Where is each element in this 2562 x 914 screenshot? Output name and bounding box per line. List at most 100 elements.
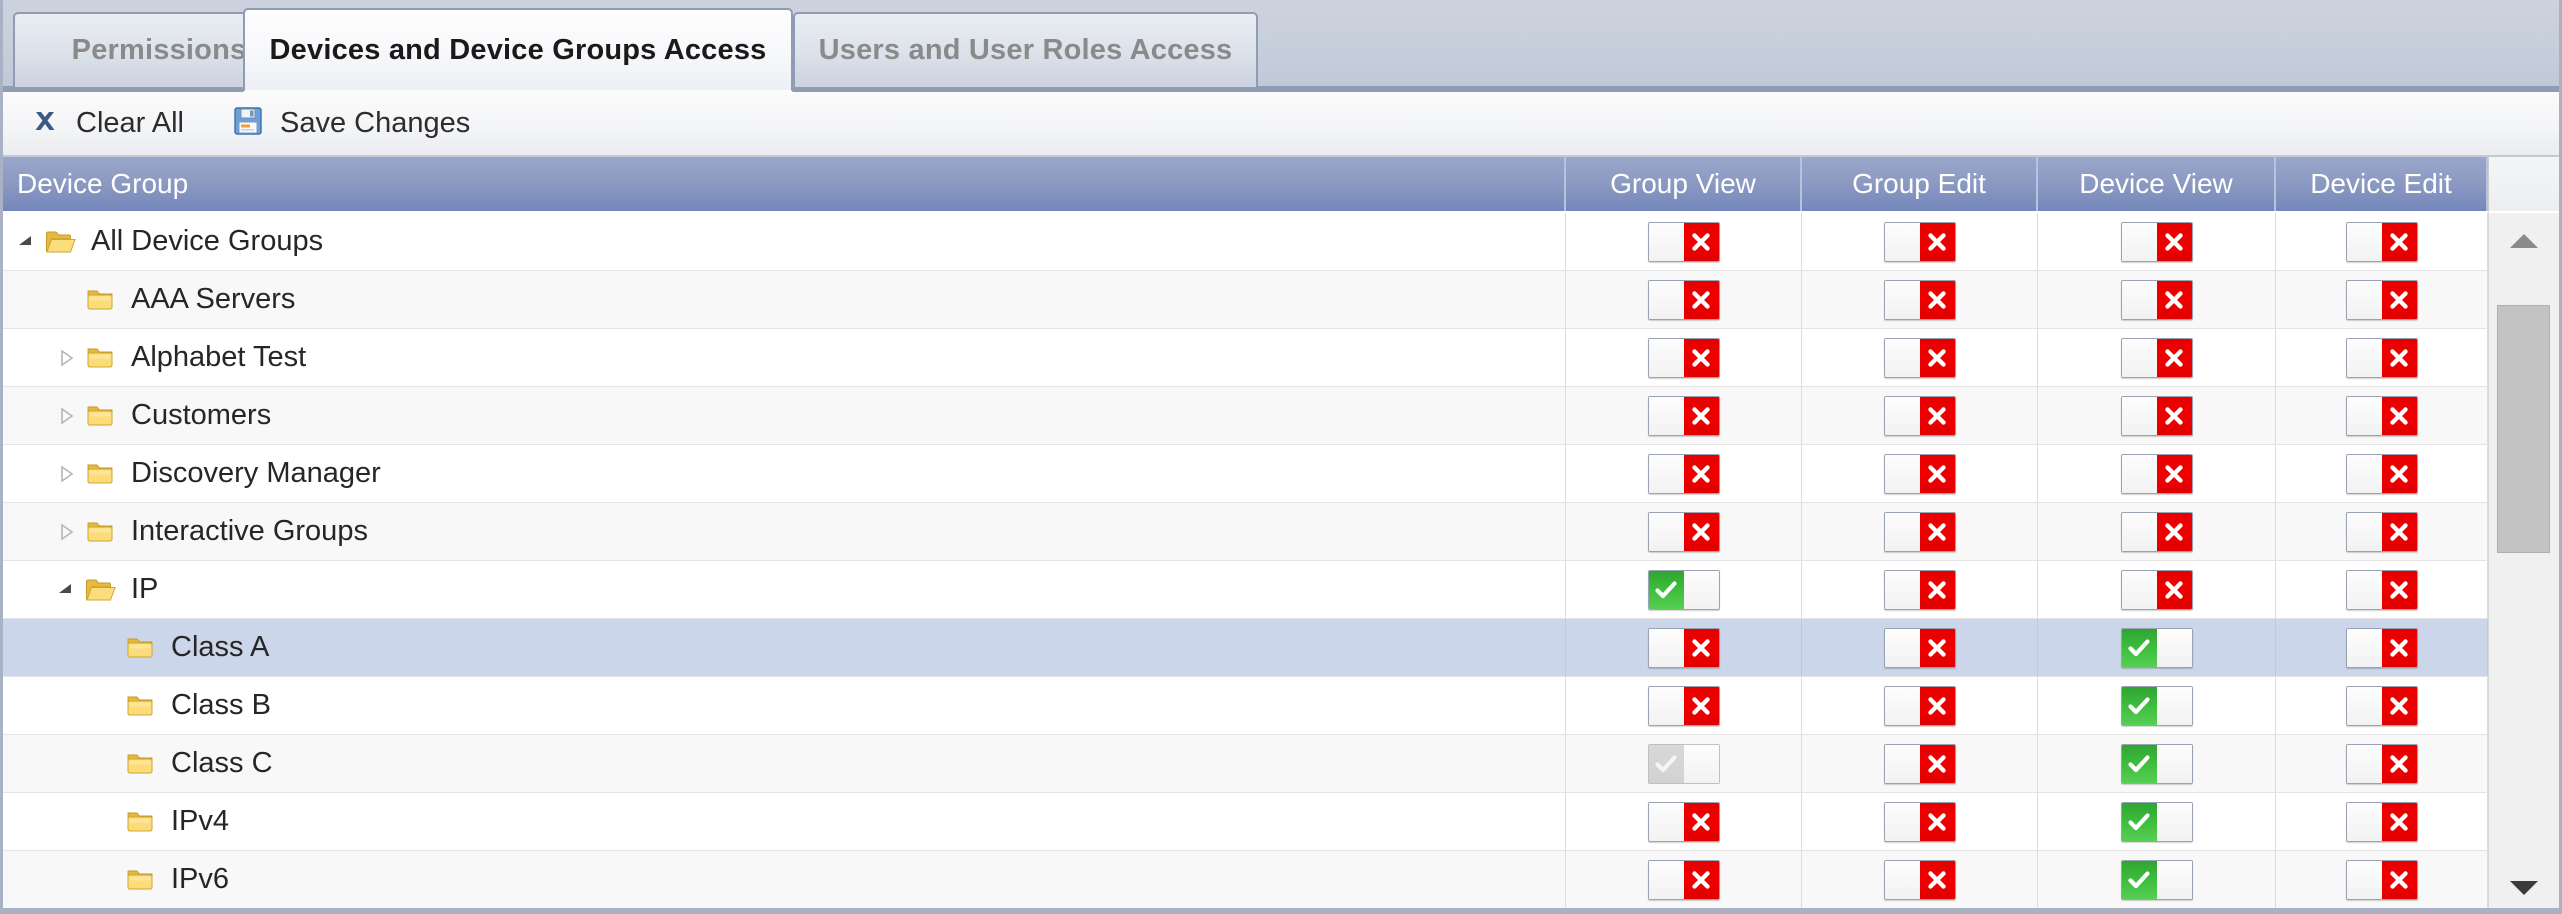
permission-toggle-off[interactable] [2345,395,2418,436]
permission-cell-device-view[interactable] [2038,213,2276,270]
device-group-name-cell[interactable]: All Device Groups [3,213,1566,270]
permission-cell-device-view[interactable] [2038,561,2276,618]
permission-toggle-on[interactable] [2120,627,2193,668]
table-row[interactable]: Class C [3,735,2488,793]
permission-cell-device-edit[interactable] [2276,851,2488,908]
twisty-expanded-icon[interactable] [49,580,83,600]
column-header-device-group[interactable]: Device Group [3,157,1566,211]
permission-toggle-off[interactable] [1647,627,1720,668]
permission-cell-group-view[interactable] [1566,851,1802,908]
permission-toggle-off[interactable] [2120,221,2193,262]
device-group-name-cell[interactable]: IP [3,561,1566,618]
device-group-name-cell[interactable]: IPv6 [3,851,1566,908]
column-header-group-view[interactable]: Group View [1566,157,1802,211]
permission-cell-device-view[interactable] [2038,793,2276,850]
permission-toggle-off[interactable] [1647,337,1720,378]
tree-node[interactable]: All Device Groups [9,213,323,270]
tree-node[interactable]: Class C [9,735,273,792]
device-group-name-cell[interactable]: IPv4 [3,793,1566,850]
permission-toggle-off[interactable] [1883,569,1956,610]
tab-devices-and-device-groups-access[interactable]: Devices and Device Groups Access [243,8,793,92]
tree-node[interactable]: Class B [9,677,271,734]
column-header-device-edit[interactable]: Device Edit [2276,157,2488,211]
permission-cell-device-view[interactable] [2038,271,2276,328]
permission-cell-device-edit[interactable] [2276,503,2488,560]
permission-toggle-off[interactable] [1883,279,1956,320]
table-row[interactable]: Class B [3,677,2488,735]
permission-cell-group-edit[interactable] [1802,735,2038,792]
permission-toggle-off[interactable] [1883,395,1956,436]
scrollbar-thumb[interactable] [2497,305,2550,554]
device-group-name-cell[interactable]: Interactive Groups [3,503,1566,560]
permission-toggle-off[interactable] [2345,627,2418,668]
permission-cell-device-edit[interactable] [2276,213,2488,270]
scroll-down-arrow-icon[interactable] [2489,866,2559,910]
permission-toggle-off[interactable] [1883,685,1956,726]
permission-cell-device-edit[interactable] [2276,793,2488,850]
table-row[interactable]: Discovery Manager [3,445,2488,503]
device-group-name-cell[interactable]: Class B [3,677,1566,734]
permission-toggle-off[interactable] [2120,279,2193,320]
device-group-name-cell[interactable]: Class C [3,735,1566,792]
permission-cell-device-view[interactable] [2038,619,2276,676]
permission-cell-group-view[interactable] [1566,329,1802,386]
column-header-device-view[interactable]: Device View [2038,157,2276,211]
permission-cell-group-edit[interactable] [1802,329,2038,386]
permission-toggle-off[interactable] [1647,511,1720,552]
device-group-name-cell[interactable]: Discovery Manager [3,445,1566,502]
permission-cell-device-view[interactable] [2038,677,2276,734]
permission-cell-group-view[interactable] [1566,677,1802,734]
permission-cell-group-view[interactable] [1566,503,1802,560]
permission-toggle-off[interactable] [1883,511,1956,552]
device-group-name-cell[interactable]: Class A [3,619,1566,676]
permission-toggle-off[interactable] [2120,569,2193,610]
permission-cell-group-edit[interactable] [1802,851,2038,908]
permission-toggle-off[interactable] [2345,221,2418,262]
save-changes-button[interactable]: Save Changes [227,99,485,149]
tree-node[interactable]: IPv6 [9,851,229,908]
tree-node[interactable]: IPv4 [9,793,229,850]
permission-toggle-off[interactable] [2345,859,2418,900]
permission-cell-device-edit[interactable] [2276,271,2488,328]
clear-all-button[interactable]: Clear All [25,99,199,149]
tree-node[interactable]: Discovery Manager [9,445,381,502]
permission-cell-device-view[interactable] [2038,851,2276,908]
permission-cell-device-edit[interactable] [2276,561,2488,618]
permission-cell-device-edit[interactable] [2276,677,2488,734]
table-row[interactable]: IPv6 [3,851,2488,909]
permission-toggle-off[interactable] [1647,395,1720,436]
table-row[interactable]: Alphabet Test [3,329,2488,387]
permission-cell-device-view[interactable] [2038,503,2276,560]
permission-toggle-off[interactable] [1883,337,1956,378]
permission-cell-device-edit[interactable] [2276,329,2488,386]
permission-toggle-off[interactable] [1647,801,1720,842]
permission-toggle-off[interactable] [1883,801,1956,842]
table-row[interactable]: IP [3,561,2488,619]
permission-cell-group-edit[interactable] [1802,619,2038,676]
permission-toggle-off[interactable] [2345,801,2418,842]
table-row[interactable]: Class A [3,619,2488,677]
device-group-name-cell[interactable]: Customers [3,387,1566,444]
twisty-collapsed-icon[interactable] [49,522,83,542]
permission-cell-group-view[interactable] [1566,271,1802,328]
permission-toggle-off[interactable] [1883,743,1956,784]
tree-node[interactable]: IP [9,561,158,618]
permission-cell-group-edit[interactable] [1802,793,2038,850]
permission-cell-device-edit[interactable] [2276,387,2488,444]
twisty-collapsed-icon[interactable] [49,406,83,426]
permission-toggle-on[interactable] [2120,743,2193,784]
permission-toggle-off[interactable] [1647,453,1720,494]
twisty-collapsed-icon[interactable] [49,348,83,368]
permission-toggle-off[interactable] [2345,337,2418,378]
permission-cell-group-edit[interactable] [1802,677,2038,734]
permission-toggle-off[interactable] [1647,859,1720,900]
permission-cell-device-edit[interactable] [2276,445,2488,502]
permission-toggle-off[interactable] [2345,279,2418,320]
permission-toggle-off[interactable] [2120,395,2193,436]
permission-toggle-off[interactable] [2120,337,2193,378]
permission-cell-device-edit[interactable] [2276,735,2488,792]
twisty-expanded-icon[interactable] [9,232,43,252]
table-row[interactable]: All Device Groups [3,213,2488,271]
permission-cell-group-view[interactable] [1566,561,1802,618]
permission-cell-group-view[interactable] [1566,445,1802,502]
